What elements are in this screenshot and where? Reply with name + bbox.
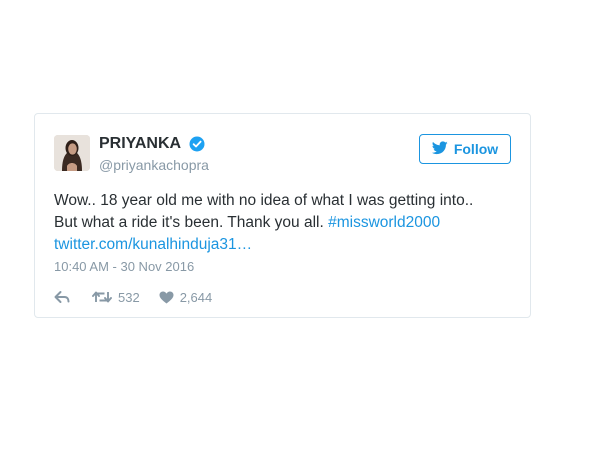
url-link[interactable]: twitter.com/kunalhinduja31… — [54, 236, 252, 253]
tweet-text-line3: twitter.com/kunalhinduja31… — [54, 234, 504, 256]
hashtag-link[interactable]: #missworld2000 — [328, 214, 440, 231]
tweet-text: Wow.. 18 year old me with no idea of wha… — [54, 190, 504, 256]
avatar-image — [54, 135, 90, 171]
heart-icon — [159, 291, 174, 304]
tweet-text-line2-plain: But what a ride it's been. Thank you all… — [54, 214, 329, 231]
like-button[interactable]: 2,644 — [159, 289, 213, 305]
like-count: 2,644 — [179, 289, 213, 305]
avatar[interactable] — [54, 135, 90, 171]
display-name[interactable]: PRIYANKA — [99, 134, 181, 154]
reply-icon — [54, 290, 70, 304]
tweet-text-line2: But what a ride it's been. Thank you all… — [54, 212, 504, 234]
reply-button[interactable] — [54, 290, 70, 304]
retweet-icon — [92, 290, 112, 304]
tweet-card: PRIYANKA @priyankachopra Follow Wow.. 18… — [34, 113, 531, 318]
tweet-text-line1: Wow.. 18 year old me with no idea of wha… — [54, 192, 474, 209]
follow-label: Follow — [453, 141, 499, 157]
twitter-bird-icon — [431, 140, 454, 158]
user-names: PRIYANKA @priyankachopra — [99, 134, 209, 174]
tweet-actions: 532 2,644 — [54, 288, 212, 306]
follow-button[interactable]: Follow — [419, 134, 511, 164]
tweet-header: PRIYANKA @priyankachopra Follow — [54, 133, 511, 173]
tweet-timestamp[interactable]: 10:40 AM - 30 Nov 2016 — [54, 259, 194, 274]
retweet-count: 532 — [118, 289, 140, 305]
user-handle[interactable]: @priyankachopra — [99, 156, 209, 174]
retweet-button[interactable]: 532 — [92, 290, 140, 305]
verified-badge-icon — [189, 136, 205, 152]
